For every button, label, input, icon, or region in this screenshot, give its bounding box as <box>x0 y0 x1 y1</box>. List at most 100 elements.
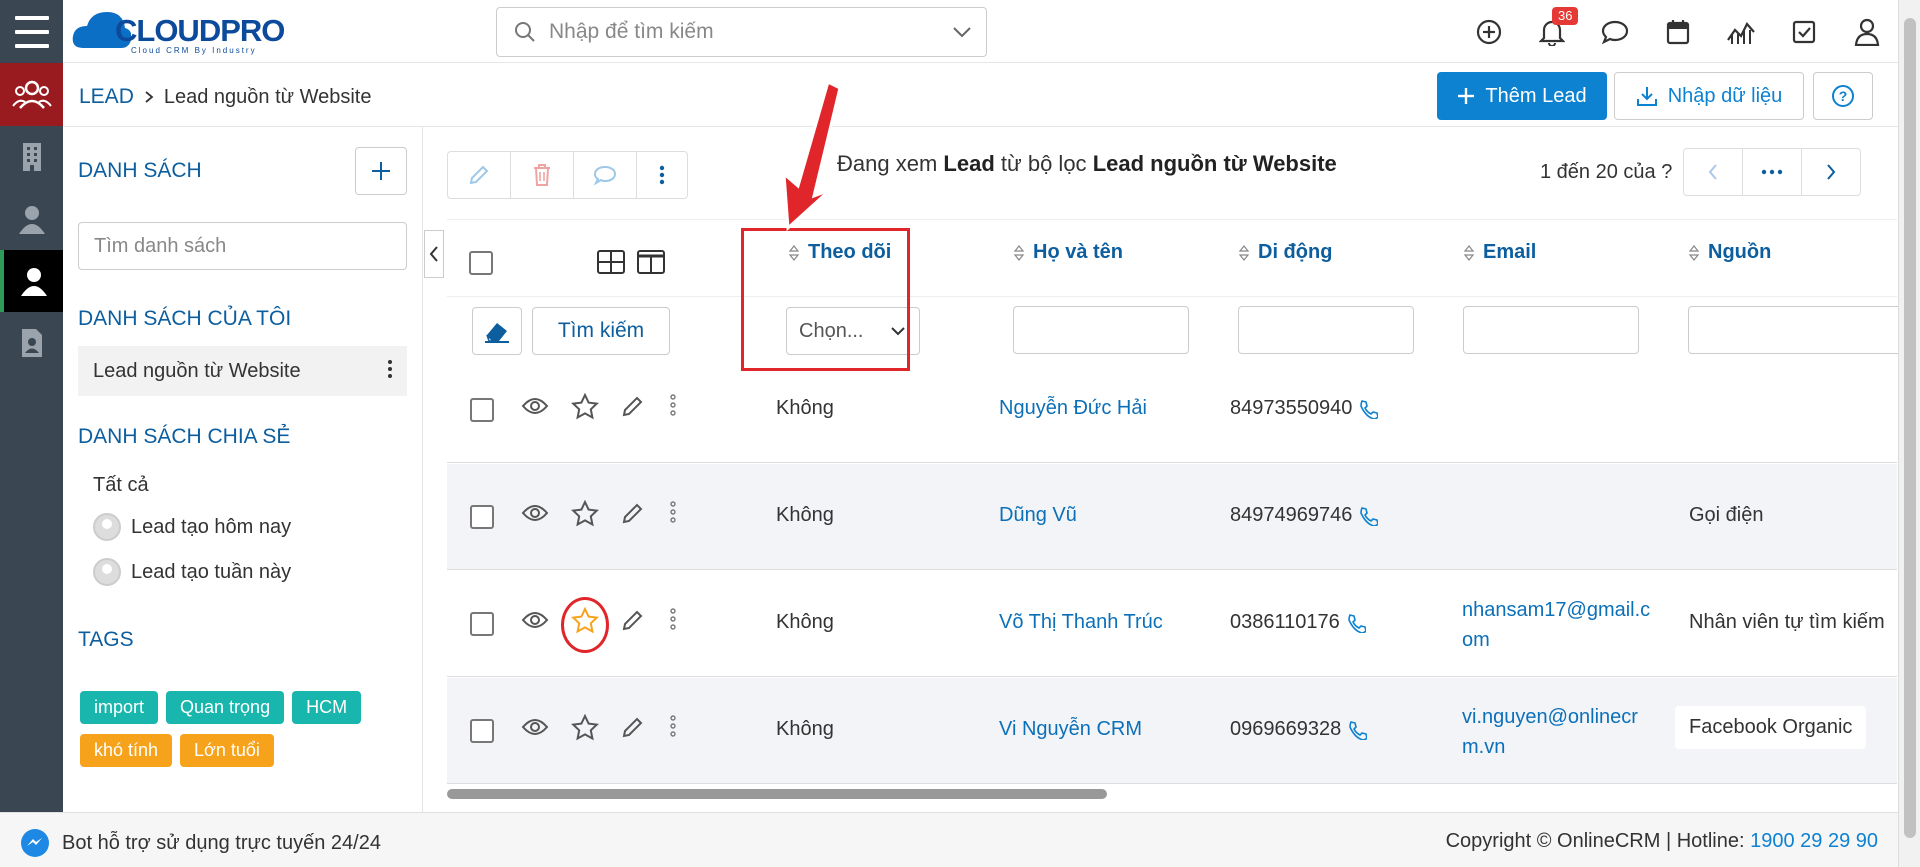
column-header-mobile[interactable]: Di động <box>1238 241 1332 264</box>
vertical-scrollbar[interactable] <box>1898 0 1920 867</box>
split-view-icon[interactable] <box>637 250 665 274</box>
shared-list-item[interactable]: Tất cả <box>93 474 149 497</box>
pencil-icon[interactable] <box>621 608 645 632</box>
search-input[interactable] <box>549 20 936 44</box>
report-chart-icon[interactable] <box>1709 0 1772 63</box>
chevron-right-icon <box>145 91 154 103</box>
tag-quan-trong[interactable]: Quan trọng <box>166 691 285 724</box>
calendar-icon[interactable] <box>1646 0 1709 63</box>
email-link[interactable]: nhansam17@gmail.com <box>1462 595 1657 655</box>
star-icon[interactable] <box>571 714 599 742</box>
column-header-source[interactable]: Nguồn <box>1688 241 1771 264</box>
page-more-button[interactable] <box>1742 148 1803 196</box>
more-vertical-icon[interactable] <box>670 393 676 417</box>
phone-icon[interactable] <box>1346 613 1366 633</box>
name-filter-input[interactable] <box>1013 306 1189 354</box>
breadcrumb-module[interactable]: LEAD <box>79 85 134 109</box>
search-filter-button[interactable]: Tìm kiếm <box>532 307 670 355</box>
mobile-filter-input[interactable] <box>1238 306 1414 354</box>
bulk-more-button[interactable] <box>637 152 687 198</box>
more-vertical-icon[interactable] <box>670 714 676 738</box>
lead-name-link[interactable]: Vi Nguyễn CRM <box>999 718 1142 741</box>
list-search-input[interactable] <box>78 222 407 270</box>
scrollbar-thumb[interactable] <box>447 789 1107 799</box>
user-profile-icon[interactable] <box>1835 0 1898 63</box>
row-checkbox[interactable] <box>470 719 494 743</box>
pencil-icon[interactable] <box>621 715 645 739</box>
clear-filter-button[interactable] <box>472 307 522 355</box>
column-label: Họ và tên <box>1033 241 1124 263</box>
star-icon[interactable] <box>571 393 599 421</box>
more-vertical-icon[interactable] <box>670 500 676 524</box>
tag-kho-tinh[interactable]: khó tính <box>80 734 173 767</box>
table-row[interactable]: Không Võ Thị Thanh Trúc 0386110176 nhans… <box>447 571 1897 677</box>
shared-list-item[interactable]: Lead tạo hôm nay <box>93 513 291 541</box>
add-lead-button[interactable]: Thêm Lead <box>1437 72 1607 120</box>
bulk-edit-button[interactable] <box>448 152 511 198</box>
email-link[interactable]: vi.nguyen@onlinecrm.vn <box>1462 702 1657 762</box>
bulk-delete-button[interactable] <box>511 152 574 198</box>
eye-icon[interactable] <box>521 395 549 417</box>
bell-icon[interactable]: 36 <box>1520 0 1583 63</box>
collapse-sidebar-button[interactable] <box>424 230 444 278</box>
nav-lead-user-icon[interactable] <box>0 250 63 312</box>
mobile-cell: 84974969746 <box>1230 504 1379 527</box>
cloudpro-logo[interactable]: CLOUDPRO Cloud CRM By Industry <box>71 4 311 60</box>
nav-organization-icon[interactable] <box>0 126 63 188</box>
eye-icon[interactable] <box>521 716 549 738</box>
support-bot-link[interactable]: Bot hỗ trợ sử dụng trực tuyến 24/24 <box>20 828 381 858</box>
star-icon[interactable] <box>571 500 599 528</box>
row-checkbox[interactable] <box>470 612 494 636</box>
tag-lon-tuoi[interactable]: Lớn tuổi <box>180 734 274 767</box>
eye-icon[interactable] <box>521 502 549 524</box>
table-row[interactable]: Không Dũng Vũ 84974969746 Gọi điện <box>447 464 1897 570</box>
lead-name-link[interactable]: Dũng Vũ <box>999 504 1077 527</box>
eye-icon[interactable] <box>521 609 549 631</box>
pencil-icon[interactable] <box>621 501 645 525</box>
phone-icon[interactable] <box>1347 720 1368 740</box>
select-all-checkbox[interactable] <box>469 251 493 275</box>
global-search[interactable] <box>496 7 987 57</box>
add-circle-icon[interactable] <box>1457 0 1520 63</box>
column-header-name[interactable]: Họ và tên <box>1013 241 1123 264</box>
horizontal-scrollbar[interactable] <box>447 786 1897 799</box>
email-filter-input[interactable] <box>1463 306 1639 354</box>
import-data-button[interactable]: Nhập dữ liệu <box>1614 72 1804 120</box>
nav-contact-icon[interactable] <box>0 188 63 250</box>
next-page-button[interactable] <box>1801 148 1862 196</box>
column-header-email[interactable]: Email <box>1463 241 1536 264</box>
prev-page-button[interactable] <box>1683 148 1744 196</box>
chevron-down-icon[interactable] <box>952 26 972 38</box>
grid-view-icon[interactable] <box>597 250 625 274</box>
phone-icon[interactable] <box>1358 399 1379 419</box>
tag-import[interactable]: import <box>80 691 159 724</box>
lead-name-link[interactable]: Võ Thị Thanh Trúc <box>999 611 1163 634</box>
hotline-link[interactable]: 1900 29 29 90 <box>1750 830 1878 852</box>
task-check-icon[interactable] <box>1772 0 1835 63</box>
hamburger-menu-icon[interactable] <box>0 0 63 63</box>
phone-icon[interactable] <box>1358 506 1379 526</box>
shared-list-item[interactable]: Lead tạo tuần này <box>93 558 291 586</box>
pencil-icon[interactable] <box>621 394 645 418</box>
chat-icon[interactable] <box>1583 0 1646 63</box>
more-vertical-icon[interactable] <box>387 358 393 380</box>
my-list-item[interactable]: Lead nguồn từ Website <box>78 346 407 396</box>
bulk-comment-button[interactable] <box>574 152 637 198</box>
nav-leads-icon[interactable] <box>0 63 63 126</box>
scrollbar-thumb[interactable] <box>1904 18 1916 838</box>
table-row[interactable]: Không Nguyễn Đức Hải 84973550940 <box>447 357 1897 463</box>
add-list-button[interactable] <box>355 147 407 195</box>
tag-hcm[interactable]: HCM <box>292 691 362 724</box>
support-bot-text: Bot hỗ trợ sử dụng trực tuyến 24/24 <box>62 831 381 854</box>
row-checkbox[interactable] <box>470 505 494 529</box>
help-button[interactable]: ? <box>1813 72 1873 120</box>
nav-document-icon[interactable] <box>0 312 63 374</box>
row-checkbox[interactable] <box>470 398 494 422</box>
mobile-cell: 0969669328 <box>1230 718 1368 741</box>
source-filter-input[interactable] <box>1688 306 1898 354</box>
more-vertical-icon[interactable] <box>670 607 676 631</box>
table-row[interactable]: Không Vi Nguyễn CRM 0969669328 vi.nguyen… <box>447 678 1897 784</box>
lead-name-link[interactable]: Nguyễn Đức Hải <box>999 397 1147 420</box>
logo-text: CLOUDPRO <box>115 13 285 48</box>
more-vertical-icon <box>659 165 665 185</box>
